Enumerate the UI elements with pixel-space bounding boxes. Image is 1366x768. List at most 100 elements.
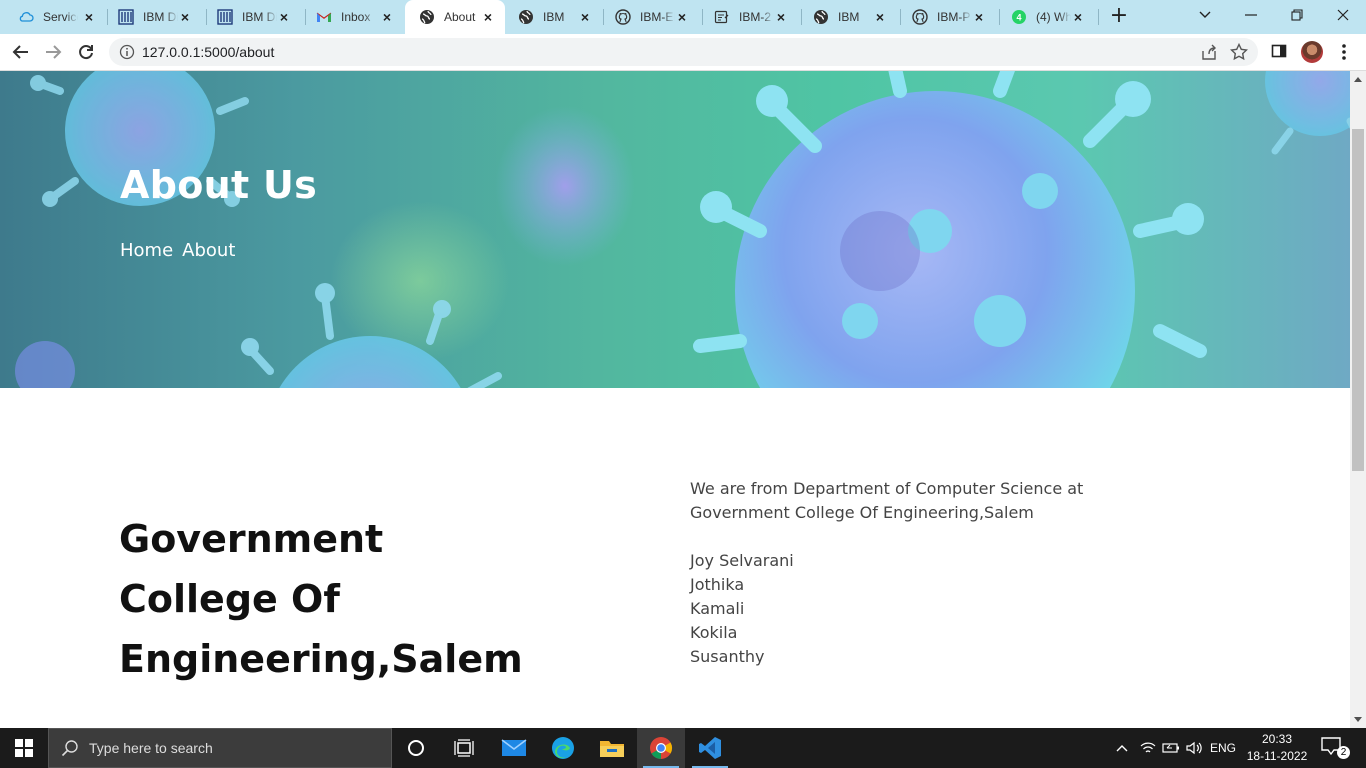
forward-icon[interactable]	[41, 40, 65, 64]
tab-title: Service	[43, 10, 78, 24]
info-icon[interactable]	[119, 44, 135, 60]
doc-icon	[714, 9, 730, 25]
back-icon[interactable]	[9, 40, 33, 64]
tab-title: IBM Di	[143, 10, 178, 24]
about-description-line: Government College Of Engineering,Salem	[690, 503, 1034, 522]
tab-ibm-1[interactable]: IBM ×	[504, 0, 602, 34]
tab-about[interactable]: About ×	[405, 0, 505, 34]
minimize-icon[interactable]	[1228, 0, 1274, 30]
tab-title: (4) Wh	[1036, 10, 1071, 24]
tab-ibm-di-2[interactable]: IBM Di ×	[203, 0, 301, 34]
tab-whatsapp[interactable]: 4 (4) Wh ×	[997, 0, 1095, 34]
reload-icon[interactable]	[74, 40, 98, 64]
battery-icon[interactable]	[1161, 728, 1181, 768]
cortana-icon[interactable]	[392, 728, 440, 768]
cloud-icon	[18, 9, 34, 25]
breadcrumb-current: About	[182, 240, 236, 261]
about-section: Government College Of Engineering,Salem …	[0, 388, 1350, 728]
breadcrumb: Home About	[120, 240, 235, 261]
language-indicator[interactable]: ENG	[1208, 728, 1238, 768]
close-tab-icon[interactable]: ×	[774, 10, 788, 24]
tab-title: IBM	[838, 10, 860, 24]
share-icon[interactable]	[1200, 43, 1218, 61]
tab-title: IBM-P	[937, 10, 971, 24]
new-tab-button[interactable]: +	[1108, 5, 1130, 28]
about-description: We are from Department of Computer Scien…	[690, 477, 1110, 525]
bookmark-star-icon[interactable]	[1229, 42, 1249, 61]
tab-ibm-3[interactable]: IBM ×	[799, 0, 897, 34]
close-tab-icon[interactable]: ×	[972, 10, 986, 24]
tab-ibm-ei[interactable]: IBM-EI ×	[601, 0, 699, 34]
mail-app-icon[interactable]	[490, 728, 538, 768]
github-icon	[912, 9, 928, 25]
edge-browser-icon[interactable]	[539, 728, 587, 768]
close-tab-icon[interactable]: ×	[82, 10, 96, 24]
address-bar[interactable]: 127.0.0.1:5000/about	[109, 38, 1258, 66]
tab-strip: Service × IBM Di × IBM Di × Inbox × Abou…	[0, 0, 1366, 34]
tab-title: About	[444, 10, 476, 24]
globe-icon	[518, 9, 534, 25]
whatsapp-icon: 4	[1011, 9, 1027, 25]
close-tab-icon[interactable]: ×	[481, 10, 495, 24]
close-tab-icon[interactable]: ×	[178, 10, 192, 24]
page-scrollbar[interactable]	[1350, 71, 1366, 728]
tab-title: IBM	[543, 10, 565, 24]
college-heading-line: College Of	[119, 577, 340, 621]
windows-start-icon[interactable]	[0, 728, 48, 768]
close-tab-icon[interactable]: ×	[277, 10, 291, 24]
close-tab-icon[interactable]: ×	[675, 10, 689, 24]
tab-inbox[interactable]: Inbox ×	[302, 0, 404, 34]
profile-avatar[interactable]	[1301, 41, 1323, 63]
vscode-icon[interactable]	[686, 728, 734, 768]
search-placeholder: Type here to search	[89, 740, 213, 756]
svg-text:4: 4	[1016, 13, 1021, 23]
college-heading-line: Engineering,Salem	[119, 637, 523, 681]
kebab-menu-icon[interactable]	[1336, 42, 1352, 62]
virus-background-image	[15, 71, 1350, 388]
team-members-list: Joy Selvarani Jothika Kamali Kokila Susa…	[690, 549, 794, 669]
tab-title: IBM Di	[242, 10, 277, 24]
search-icon	[61, 739, 79, 757]
close-tab-icon[interactable]: ×	[1071, 10, 1085, 24]
tab-ibm-2[interactable]: IBM-2 ×	[700, 0, 798, 34]
clock-date: 18-11-2022	[1246, 749, 1308, 763]
scroll-down-arrow-icon[interactable]	[1350, 712, 1366, 728]
close-tab-icon[interactable]: ×	[578, 10, 592, 24]
tab-title: IBM-2	[739, 10, 772, 24]
college-heading-line: Government	[119, 517, 384, 561]
scroll-up-arrow-icon[interactable]	[1350, 71, 1366, 87]
side-panel-icon[interactable]	[1271, 43, 1287, 59]
restore-icon[interactable]	[1274, 0, 1320, 30]
volume-icon[interactable]	[1185, 728, 1205, 768]
page-viewport: About Us Home About Government College O…	[0, 71, 1350, 728]
url-text[interactable]: 127.0.0.1:5000/about	[142, 44, 274, 60]
breadcrumb-home-link[interactable]: Home	[120, 240, 173, 261]
close-window-icon[interactable]	[1320, 0, 1366, 30]
about-description-line: We are from Department of Computer Scien…	[690, 479, 1084, 498]
ibm-grid-icon	[118, 9, 134, 25]
scrollbar-thumb[interactable]	[1352, 129, 1364, 471]
gmail-icon	[316, 9, 332, 25]
close-tab-icon[interactable]: ×	[380, 10, 394, 24]
show-hidden-icons-chevron-icon[interactable]	[1112, 728, 1132, 768]
clock-time: 20:33	[1261, 732, 1293, 746]
notification-count-badge: 2	[1337, 746, 1350, 759]
taskbar-search-box[interactable]: Type here to search	[48, 728, 392, 768]
tab-service[interactable]: Service ×	[4, 0, 106, 34]
team-member: Joy Selvarani	[690, 551, 794, 570]
team-member: Kamali	[690, 599, 745, 618]
file-explorer-icon[interactable]	[588, 728, 636, 768]
tab-search-icon[interactable]	[1182, 0, 1228, 30]
globe-icon	[813, 9, 829, 25]
tab-ibm-di-1[interactable]: IBM Di ×	[104, 0, 202, 34]
tab-title: Inbox	[341, 10, 371, 24]
tab-ibm-p[interactable]: IBM-P ×	[898, 0, 996, 34]
wifi-icon[interactable]	[1138, 728, 1158, 768]
close-tab-icon[interactable]: ×	[873, 10, 887, 24]
chrome-browser-icon[interactable]	[637, 728, 685, 768]
task-view-icon[interactable]	[440, 728, 488, 768]
system-clock[interactable]: 20:33 18-11-2022	[1240, 731, 1314, 765]
hero-banner: About Us Home About	[0, 71, 1350, 388]
team-member: Susanthy	[690, 647, 765, 666]
tab-separator	[1098, 9, 1099, 25]
